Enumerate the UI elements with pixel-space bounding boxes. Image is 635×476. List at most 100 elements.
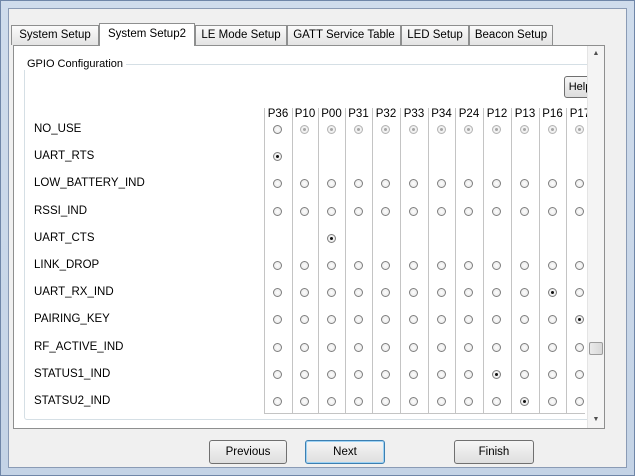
radio-pairing-key-p16[interactable] [547,315,557,325]
radio-rssi-ind-p16[interactable] [547,206,557,216]
radio-rssi-ind-p31[interactable] [353,206,363,216]
radio-link-drop-p31[interactable] [353,261,363,270]
tab-system-setup2[interactable]: System Setup2 [99,23,195,46]
radio-statsu2-ind-p36[interactable] [273,397,282,406]
radio-rssi-ind-p34[interactable] [436,206,446,216]
tab-system-setup[interactable]: System Setup [11,25,99,45]
radio-statsu2-ind-p31[interactable] [353,397,363,406]
radio-status1-ind-p36[interactable] [273,369,282,379]
grid-line [264,108,265,414]
radio-status1-ind-p10[interactable] [300,369,309,379]
radio-low-battery-ind-p16[interactable] [547,179,557,189]
radio-rf-active-ind-p00[interactable] [326,342,336,352]
radio-rssi-ind-p32[interactable] [381,206,390,216]
radio-rf-active-ind-p16[interactable] [547,342,557,352]
radio-rssi-ind-p33[interactable] [409,206,418,216]
radio-no-use-p12 [492,125,501,134]
tab-le-mode-setup[interactable]: LE Mode Setup [195,25,287,45]
scroll-down-icon[interactable]: ▼ [588,412,604,428]
tab-beacon-setup[interactable]: Beacon Setup [469,25,553,45]
radio-no-use-p34 [436,125,446,134]
radio-statsu2-ind-p00[interactable] [326,397,336,406]
radio-rf-active-ind-p12[interactable] [492,342,501,352]
radio-status1-ind-p33[interactable] [409,369,418,379]
scroll-thumb[interactable] [589,342,603,355]
radio-statsu2-ind-p34[interactable] [436,397,446,406]
radio-status1-ind-p32[interactable] [381,369,390,379]
radio-low-battery-ind-p00[interactable] [326,179,336,189]
previous-button[interactable]: Previous [209,440,287,464]
radio-statsu2-ind-p17[interactable] [575,397,584,406]
grid-line [428,108,429,414]
pin-header-p34: P34 [431,108,452,120]
radio-statsu2-ind-p13[interactable] [520,397,529,406]
radio-statsu2-ind-p24[interactable] [464,397,473,406]
radio-rssi-ind-p17[interactable] [575,206,584,216]
radio-status1-ind-p17[interactable] [575,369,584,379]
radio-rf-active-ind-p34[interactable] [436,342,446,352]
scroll-up-icon[interactable]: ▲ [588,46,604,62]
radio-link-drop-p13[interactable] [520,261,529,270]
radio-rf-active-ind-p17[interactable] [575,342,584,352]
next-button[interactable]: Next [305,440,385,464]
radio-no-use-p10 [300,125,309,134]
radio-rf-active-ind-p10[interactable] [300,342,309,352]
pin-header-p33: P33 [403,108,425,120]
radio-uart-cts-p00[interactable] [326,233,336,243]
radio-rf-active-ind-p32[interactable] [381,342,390,352]
vertical-scrollbar[interactable]: ▲ ▼ [587,46,604,428]
radio-no-use-p00 [326,125,336,134]
radio-link-drop-p16[interactable] [547,261,557,270]
radio-status1-ind-p34[interactable] [436,369,446,379]
pin-header-p31: P31 [348,108,369,120]
radio-uart-rx-ind-p00[interactable] [326,288,336,298]
radio-pairing-key-p31[interactable] [353,315,363,325]
radio-status1-ind-p00[interactable] [326,369,336,379]
radio-uart-rx-ind-p16[interactable] [547,288,557,298]
pin-header-p16: P16 [542,108,563,120]
tab-led-setup[interactable]: LED Setup [401,25,469,45]
radio-link-drop-p36[interactable] [273,261,282,270]
radio-low-battery-ind-p34[interactable] [436,179,446,189]
radio-rf-active-ind-p31[interactable] [353,342,363,352]
radio-link-drop-p10[interactable] [300,261,309,270]
radio-link-drop-p00[interactable] [326,261,336,270]
row-label: NO_USE [34,123,82,135]
radio-link-drop-p17[interactable] [575,261,584,270]
radio-pairing-key-p34[interactable] [436,315,446,325]
tab-gatt-service-table[interactable]: GATT Service Table [287,25,401,45]
radio-link-drop-p33[interactable] [409,261,418,270]
radio-rssi-ind-p10[interactable] [300,206,309,216]
radio-low-battery-ind-p31[interactable] [353,179,363,189]
radio-link-drop-p12[interactable] [492,261,501,270]
radio-no-use-p31 [353,125,363,134]
radio-statsu2-ind-p32[interactable] [381,397,390,406]
radio-rssi-ind-p12[interactable] [492,206,501,216]
radio-status1-ind-p31[interactable] [353,369,363,379]
radio-rf-active-ind-p24[interactable] [464,342,473,352]
radio-no-use-p36[interactable] [273,125,282,134]
radio-link-drop-p24[interactable] [464,261,473,270]
radio-uart-rx-ind-p34[interactable] [436,288,446,298]
radio-link-drop-p34[interactable] [436,261,446,270]
radio-rf-active-ind-p33[interactable] [409,342,418,352]
radio-statsu2-ind-p12[interactable] [492,397,501,406]
radio-rssi-ind-p00[interactable] [326,206,336,216]
pin-header-p00: P00 [321,108,342,120]
radio-rssi-ind-p24[interactable] [464,206,473,216]
radio-link-drop-p32[interactable] [381,261,390,270]
radio-status1-ind-p24[interactable] [464,369,473,379]
radio-statsu2-ind-p16[interactable] [547,397,557,406]
radio-statsu2-ind-p10[interactable] [300,397,309,406]
radio-status1-ind-p16[interactable] [547,369,557,379]
radio-uart-rx-ind-p31[interactable] [353,288,363,298]
finish-button[interactable]: Finish [454,440,534,464]
radio-rf-active-ind-p36[interactable] [273,342,282,352]
radio-status1-ind-p13[interactable] [520,369,529,379]
radio-rssi-ind-p13[interactable] [520,206,529,216]
radio-rssi-ind-p36[interactable] [273,206,282,216]
radio-statsu2-ind-p33[interactable] [409,397,418,406]
radio-pairing-key-p00[interactable] [326,315,336,325]
radio-status1-ind-p12[interactable] [492,369,501,379]
radio-rf-active-ind-p13[interactable] [520,342,529,352]
